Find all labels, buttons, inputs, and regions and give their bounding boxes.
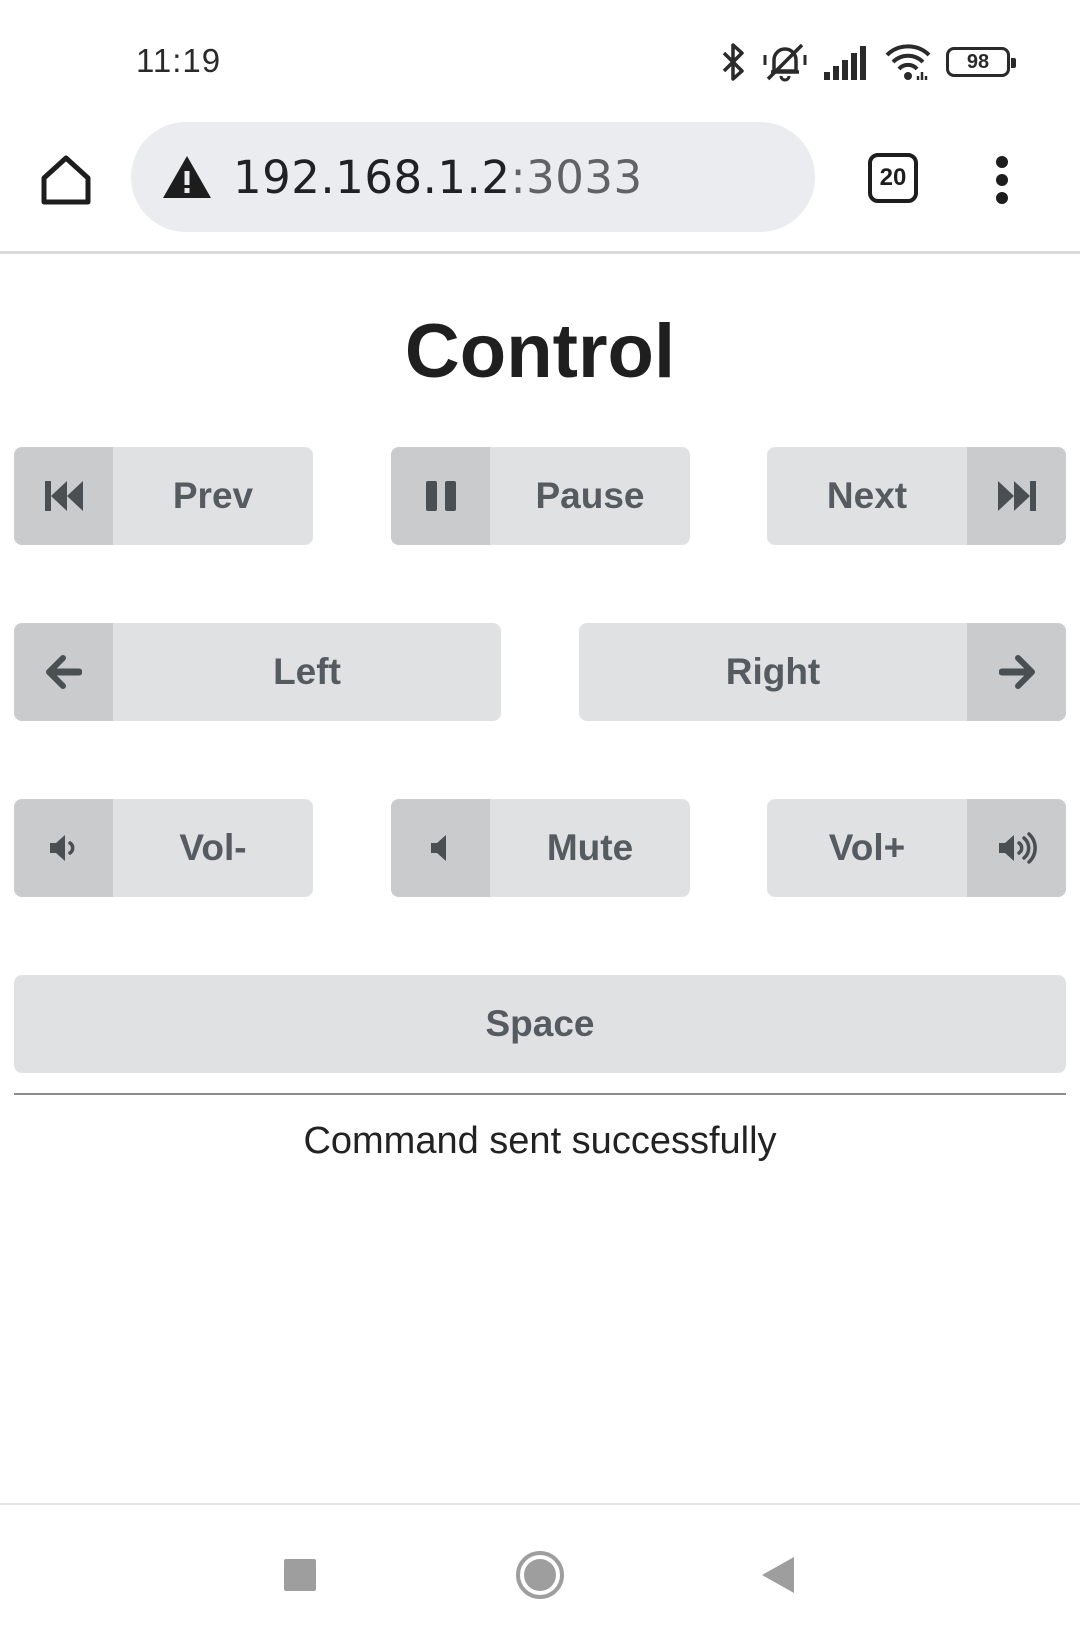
pause-button[interactable]: Pause <box>391 447 690 545</box>
mute-label: Mute <box>546 827 634 868</box>
recents-button[interactable] <box>270 1545 330 1605</box>
url-text[interactable]: 192.168.1.2:3033 <box>233 151 643 204</box>
more-menu-button[interactable] <box>980 142 1024 218</box>
url-host: 192.168.1.2 <box>233 150 511 204</box>
arrow-right-icon <box>967 623 1066 721</box>
mute-button[interactable]: Mute <box>391 799 690 897</box>
battery-icon: 98 <box>946 47 1016 77</box>
skip-next-icon <box>967 447 1066 545</box>
divider <box>14 1093 1066 1095</box>
vol-down-label: Vol- <box>179 827 247 868</box>
home-nav-button[interactable] <box>510 1545 570 1605</box>
home-circle-icon <box>516 1551 564 1599</box>
muted-bell-icon <box>762 41 808 83</box>
status-icons: 98 <box>720 38 1016 86</box>
prev-label: Prev <box>172 475 254 516</box>
volume-up-button[interactable]: Vol+ <box>767 799 1066 897</box>
volume-off-icon <box>391 799 490 897</box>
back-triangle-icon <box>762 1557 794 1593</box>
right-button[interactable]: Right <box>579 623 1066 721</box>
pause-label: Pause <box>535 475 645 516</box>
pause-icon <box>391 447 490 545</box>
vol-up-label: Vol+ <box>828 827 906 868</box>
skip-previous-icon <box>14 447 113 545</box>
volume-up-icon <box>967 799 1066 897</box>
next-button[interactable]: Next <box>767 447 1066 545</box>
home-button[interactable] <box>34 148 98 212</box>
url-port: :3033 <box>510 150 643 204</box>
space-button[interactable]: Space <box>14 975 1066 1073</box>
status-message: Command sent successfully <box>303 1120 777 1162</box>
wifi-icon <box>884 42 932 82</box>
left-button[interactable]: Left <box>14 623 501 721</box>
status-time: 11:19 <box>136 42 222 79</box>
warning-icon[interactable] <box>159 152 215 202</box>
page-title: Control <box>404 309 676 394</box>
recents-icon <box>284 1559 316 1591</box>
arrow-left-icon <box>14 623 113 721</box>
volume-down-button[interactable]: Vol- <box>14 799 313 897</box>
navigation-bar <box>0 1503 1080 1640</box>
back-button[interactable] <box>748 1545 808 1605</box>
prev-button[interactable]: Prev <box>14 447 313 545</box>
home-icon <box>41 155 91 205</box>
more-vert-icon <box>996 156 1008 204</box>
bluetooth-icon <box>720 41 748 83</box>
tab-switcher-button[interactable]: 20 <box>868 153 918 203</box>
address-bar[interactable]: 192.168.1.2:3033 <box>131 122 815 232</box>
status-bar: 11:19 98 <box>0 0 1080 120</box>
volume-down-icon <box>14 799 113 897</box>
battery-level: 98 <box>966 50 990 73</box>
right-label: Right <box>725 651 821 692</box>
left-label: Left <box>273 651 341 692</box>
tab-count: 20 <box>879 164 907 191</box>
space-label: Space <box>485 1003 595 1044</box>
signal-icon <box>822 44 870 80</box>
browser-toolbar: 192.168.1.2:3033 20 <box>0 120 1080 254</box>
next-label: Next <box>826 475 908 516</box>
